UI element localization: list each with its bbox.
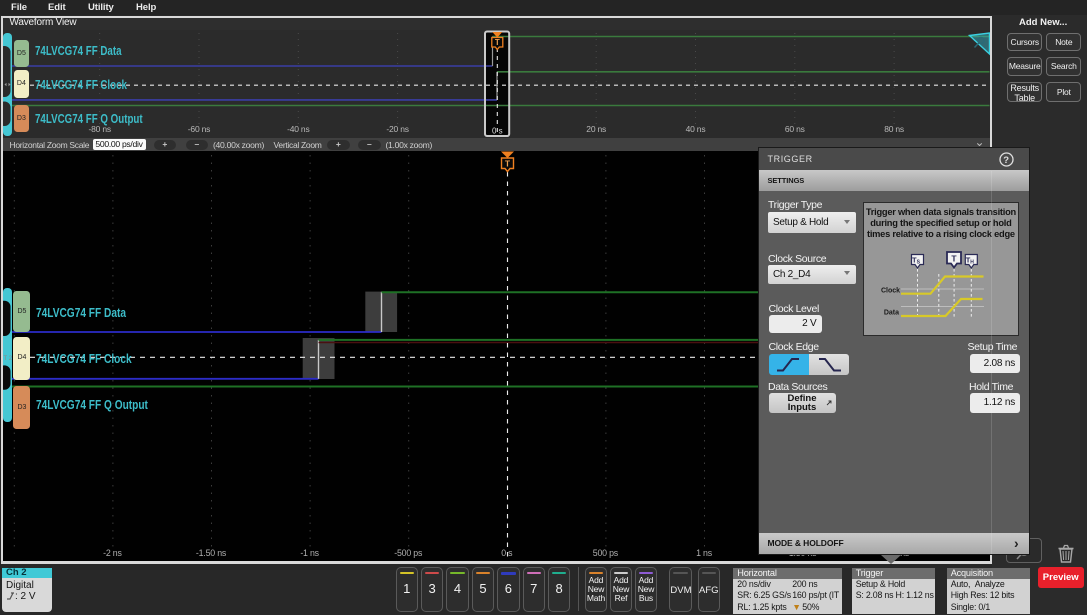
svg-text:60 ns: 60 ns bbox=[784, 124, 804, 134]
svg-text:Data: Data bbox=[884, 310, 899, 317]
svg-text:20 ns: 20 ns bbox=[586, 124, 606, 134]
svg-text:?: ? bbox=[1003, 155, 1009, 166]
svg-text:80 ns: 80 ns bbox=[884, 124, 904, 134]
svg-text:T: T bbox=[494, 38, 499, 47]
svg-text:T: T bbox=[951, 254, 957, 264]
svg-text:-40 ns: -40 ns bbox=[287, 124, 309, 134]
svg-text:-20 ns: -20 ns bbox=[386, 124, 408, 134]
svg-text:-80 ns: -80 ns bbox=[88, 124, 110, 134]
svg-text:T 2: T 2 bbox=[3, 356, 12, 362]
svg-text:T: T bbox=[504, 159, 510, 169]
svg-text:Clock: Clock bbox=[881, 288, 900, 295]
svg-text:0 s: 0 s bbox=[491, 127, 502, 136]
svg-text:-60 ns: -60 ns bbox=[187, 124, 209, 134]
svg-text:40 ns: 40 ns bbox=[685, 124, 705, 134]
